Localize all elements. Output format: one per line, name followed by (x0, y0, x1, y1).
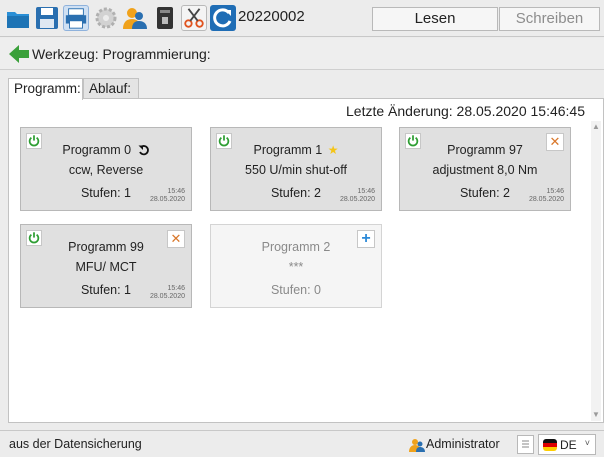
program-description: adjustment 8,0 Nm (432, 163, 538, 177)
program-card[interactable]: ✕ Programm 97 adjustment 8,0 Nm Stufen: … (399, 127, 571, 211)
vertical-scrollbar[interactable]: ▲ ▼ (591, 121, 601, 421)
program-description: MFU/ MCT (75, 260, 137, 274)
program-description: ccw, Reverse (68, 163, 144, 177)
language-select[interactable]: DE ˅ (538, 434, 596, 455)
tab-ablauf[interactable]: Ablauf: (83, 78, 139, 99)
tab-programm[interactable]: Programm: (8, 78, 83, 100)
refresh-icon[interactable] (210, 5, 236, 31)
folder-icon[interactable] (5, 5, 31, 31)
tool-header: Werkzeug: Programmierung: (0, 38, 604, 70)
print-icon[interactable] (63, 5, 89, 31)
programs-panel: Letzte Änderung: 28.05.2020 15:46:45 Pro… (8, 98, 604, 423)
status-message: aus der Datensicherung (9, 437, 142, 451)
language-label: DE (560, 438, 577, 452)
back-arrow-icon[interactable] (8, 44, 30, 64)
program-description: *** (288, 260, 304, 274)
program-timestamp: 15:46 28.05.2020 (149, 188, 185, 203)
star-icon: ★ (327, 143, 339, 157)
scroll-down-icon[interactable]: ▼ (592, 411, 600, 419)
program-steps: Stufen: 0 (270, 283, 322, 297)
last-change-label: Letzte Änderung: 28.05.2020 15:46:45 (346, 103, 585, 119)
chevron-down-icon: ˅ (584, 438, 590, 448)
settings-icon[interactable] (93, 5, 119, 31)
program-name: Programm 97 (447, 143, 523, 157)
program-name: Programm 2 (261, 240, 331, 254)
status-bar: aus der Datensicherung Administrator DE … (0, 430, 604, 457)
program-card[interactable]: Programm 1 ★ 550 U/min shut-off Stufen: … (210, 127, 382, 211)
rotate-ccw-icon (138, 144, 150, 159)
notes-icon[interactable] (517, 435, 534, 454)
read-button[interactable]: Lesen (372, 7, 498, 31)
user-icon (409, 437, 425, 453)
save-icon[interactable] (34, 5, 60, 31)
current-user[interactable]: Administrator (426, 437, 500, 451)
cut-icon[interactable] (181, 5, 207, 31)
users-icon[interactable] (122, 5, 148, 31)
document-id: 20220002 (238, 8, 305, 25)
program-name: Programm 0 (21, 143, 191, 159)
archive-icon[interactable] (152, 5, 178, 31)
toolbar: 20220002 Lesen Schreiben (0, 0, 604, 37)
program-timestamp: 15:46 28.05.2020 (149, 285, 185, 300)
german-flag-icon (543, 439, 557, 451)
program-card[interactable]: Programm 0 ccw, Reverse Stufen: 1 15:46 2… (20, 127, 192, 211)
scroll-up-icon[interactable]: ▲ (592, 123, 600, 131)
program-name: Programm 99 (68, 240, 144, 254)
program-name: Programm 1 ★ (253, 143, 339, 157)
program-timestamp: 15:46 28.05.2020 (339, 188, 375, 203)
program-card-empty[interactable]: + Programm 2 *** Stufen: 0 (210, 224, 382, 308)
tool-title: Werkzeug: Programmierung: (32, 46, 211, 62)
program-timestamp: 15:46 28.05.2020 (528, 188, 564, 203)
write-button[interactable]: Schreiben (499, 7, 600, 31)
program-description: 550 U/min shut-off (245, 163, 347, 177)
program-card[interactable]: ✕ Programm 99 MFU/ MCT Stufen: 1 15:46 28… (20, 224, 192, 308)
